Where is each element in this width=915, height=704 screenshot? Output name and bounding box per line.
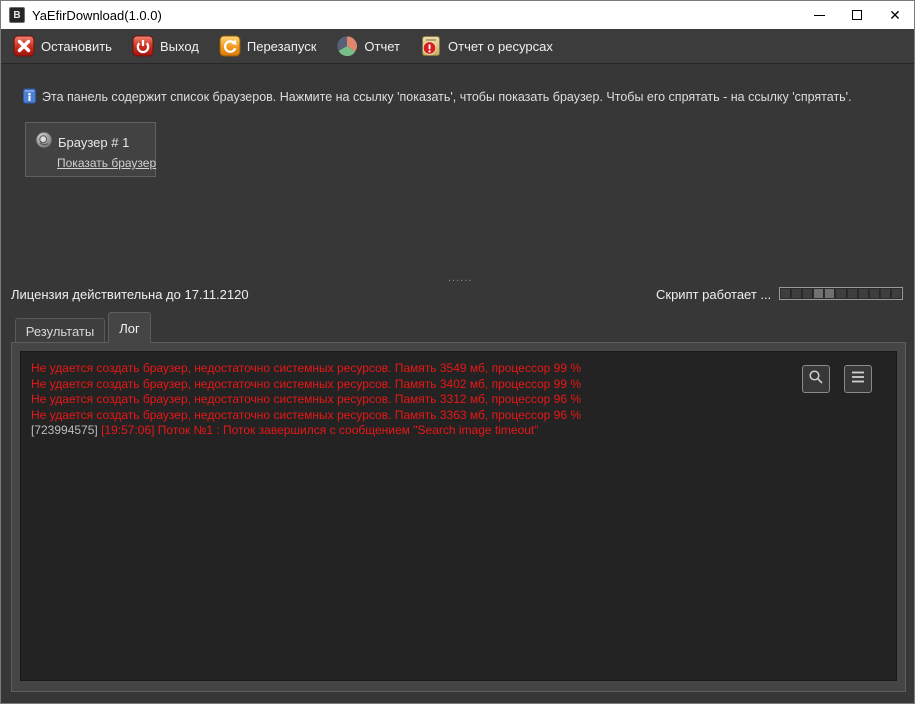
progress-segment — [881, 289, 891, 298]
log-list-button[interactable] — [844, 365, 872, 393]
restart-button[interactable]: Перезапуск — [219, 35, 317, 57]
progress-segment — [836, 289, 846, 298]
app-icon: B — [9, 7, 25, 23]
restart-icon — [219, 35, 241, 57]
report-button-label: Отчет — [364, 39, 400, 54]
log-toolbar — [802, 365, 872, 393]
log-error-line: Не удается создать браузер, недостаточно… — [31, 361, 896, 377]
stop-button[interactable]: Остановить — [13, 35, 112, 57]
toolbar: Остановить Выход — [1, 29, 914, 64]
stop-x-icon — [13, 35, 35, 57]
progress-segment — [814, 289, 824, 298]
log-error-line: Не удается создать браузер, недостаточно… — [31, 377, 896, 393]
close-button[interactable]: ✕ — [876, 1, 914, 29]
progress-segment — [892, 289, 901, 298]
search-icon — [808, 369, 824, 390]
close-icon: ✕ — [889, 8, 901, 22]
stop-button-label: Остановить — [41, 39, 112, 54]
info-bar-text: Эта панель содержит список браузеров. На… — [42, 88, 852, 104]
info-icon — [23, 88, 36, 109]
progress-segment — [781, 289, 791, 298]
maximize-icon — [852, 10, 862, 20]
tab-results[interactable]: Результаты — [15, 318, 105, 343]
minimize-icon — [814, 15, 825, 16]
browser-title: Браузер # 1 — [58, 135, 129, 150]
pie-chart-icon — [336, 35, 358, 57]
splitter-grip[interactable]: ...... — [448, 272, 472, 284]
resource-report-button[interactable]: Отчет о ресурсах — [420, 35, 553, 57]
info-bar: Эта панель содержит список браузеров. На… — [23, 88, 852, 109]
script-status-label: Скрипт работает ... — [656, 287, 771, 302]
progress-segment — [803, 289, 813, 298]
progress-bar — [779, 287, 903, 300]
license-label: Лицензия действительна до 17.11.2120 — [11, 287, 249, 302]
tab-log[interactable]: Лог — [108, 312, 151, 343]
chrome-browser-icon — [35, 131, 53, 154]
application-window: B YaEfirDownload(1.0.0) ✕ Остановить — [0, 0, 915, 704]
restart-button-label: Перезапуск — [247, 39, 317, 54]
title-bar: B YaEfirDownload(1.0.0) ✕ — [1, 1, 914, 29]
log-thread-message: [19:57:06] Поток №1 : Поток завершился с… — [101, 423, 538, 437]
progress-segment — [848, 289, 858, 298]
resource-warning-icon — [420, 35, 442, 57]
window-title: YaEfirDownload(1.0.0) — [32, 8, 162, 23]
log-search-button[interactable] — [802, 365, 830, 393]
power-icon — [132, 35, 154, 57]
minimize-button[interactable] — [800, 1, 838, 29]
log-error-line: Не удается создать браузер, недостаточно… — [31, 392, 896, 408]
browser-panel-header: Браузер # 1 — [35, 131, 129, 154]
list-lines-icon — [850, 370, 866, 389]
browser-panel: Браузер # 1 Показать браузер — [25, 122, 156, 177]
report-button[interactable]: Отчет — [336, 35, 400, 57]
progress-segment — [859, 289, 869, 298]
log-view[interactable]: Не удается создать браузер, недостаточно… — [20, 351, 897, 681]
show-browser-link[interactable]: Показать браузер — [57, 156, 156, 170]
log-error-line: Не удается создать браузер, недостаточно… — [31, 408, 896, 424]
log-tab-panel: Не удается создать браузер, недостаточно… — [11, 342, 906, 692]
resource-report-button-label: Отчет о ресурсах — [448, 39, 553, 54]
window-controls: ✕ — [800, 1, 914, 29]
progress-segment — [870, 289, 880, 298]
progress-segment — [825, 289, 835, 298]
exit-button-label: Выход — [160, 39, 199, 54]
exit-button[interactable]: Выход — [132, 35, 199, 57]
progress-segment — [792, 289, 802, 298]
log-thread-id: [723994575] — [31, 423, 98, 437]
log-thread-line: [723994575] [19:57:06] Поток №1 : Поток … — [31, 423, 896, 439]
maximize-button[interactable] — [838, 1, 876, 29]
